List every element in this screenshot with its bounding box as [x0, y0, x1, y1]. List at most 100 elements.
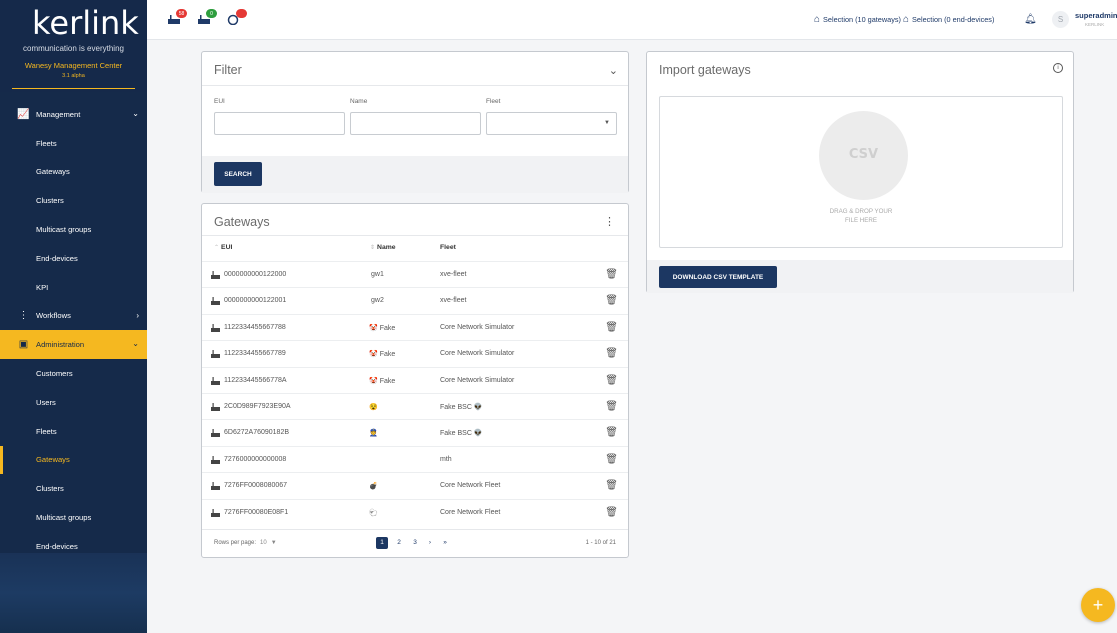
- chevron-down-icon[interactable]: ⌄: [609, 64, 618, 77]
- sidebar-item-admin-gateways[interactable]: Gateways: [0, 445, 147, 475]
- dropzone-line-1: DRAG & DROP YOUR: [829, 208, 893, 215]
- sidebar-item-users[interactable]: Users: [0, 388, 147, 417]
- name-input[interactable]: [350, 112, 481, 135]
- table-row[interactable]: 1122334455667789 🤡 Fake Core Network Simula…: [202, 340, 628, 366]
- sidebar-section-management[interactable]: 📈 Management ⌄: [0, 100, 147, 129]
- rows-per-page-label: Rows per page:: [214, 540, 257, 546]
- cell-eui: 112233445566778A: [224, 376, 287, 384]
- sidebar-item-admin-multicast-groups[interactable]: Multicast groups: [0, 503, 147, 532]
- name-emoji-icon: 🤡: [369, 351, 378, 359]
- cell-fleet: Fake BSC 👽: [440, 403, 483, 411]
- table-row[interactable]: 2C0D989F7923E90A 😵 Fake BSC 👽 🗑︎: [202, 393, 628, 419]
- table-row[interactable]: 112233445566778A 🤡 Fake Core Network Simula…: [202, 366, 628, 393]
- chevron-right-icon: ›: [136, 310, 139, 320]
- table-row[interactable]: 7276000000000008 mth 🗑︎: [202, 445, 628, 472]
- search-button[interactable]: SEARCH: [214, 162, 262, 186]
- cell-fleet-text: Fake BSC: [440, 404, 472, 411]
- chevron-down-icon: ⌄: [132, 109, 139, 118]
- top-bar: 58 0 ⌂ Selection (10 gateways) ⌂ Selecti…: [147, 0, 1117, 40]
- selection-devices-link[interactable]: ⌂ Selection (0 end-devices): [903, 14, 994, 25]
- delete-icon[interactable]: 🗑︎: [605, 480, 618, 491]
- sidebar-item-clusters[interactable]: Clusters: [0, 186, 147, 215]
- avatar[interactable]: S: [1052, 11, 1069, 28]
- table-row[interactable]: 1122334455667788 🤡 Fake Core Network Simula…: [202, 313, 628, 340]
- cell-fleet-text: mth: [440, 455, 452, 463]
- delete-icon[interactable]: 🗑︎: [605, 295, 618, 306]
- brand-block: kerlink communication is everything Wane…: [0, 0, 147, 92]
- sidebar-item-customers[interactable]: Customers: [0, 359, 147, 388]
- cell-name-text: Fake: [379, 351, 396, 359]
- cell-fleet-text: xve-fleet: [440, 271, 467, 278]
- page-1-button[interactable]: 1: [376, 537, 388, 549]
- eui-input[interactable]: [214, 112, 345, 135]
- download-csv-template-button[interactable]: DOWNLOAD CSV TEMPLATE: [659, 266, 777, 288]
- page-2-button[interactable]: 2: [393, 537, 405, 549]
- last-page-icon[interactable]: »: [439, 537, 451, 549]
- rows-per-page[interactable]: Rows per page: 10 ▼: [214, 540, 277, 546]
- column-header-name[interactable]: ⇕ Name: [370, 244, 396, 251]
- delete-icon[interactable]: 🗑︎: [605, 322, 618, 333]
- fleet-select[interactable]: ▼: [486, 112, 617, 135]
- column-header-fleet[interactable]: Fleet: [440, 244, 456, 251]
- delete-icon[interactable]: 🗑︎: [605, 375, 618, 386]
- delete-icon[interactable]: 🗑︎: [605, 348, 618, 359]
- gateway-icon: [211, 403, 220, 411]
- sidebar: kerlink communication is everything Wane…: [0, 0, 147, 633]
- sidebar-item-fleets[interactable]: Fleets: [0, 129, 147, 158]
- table-row[interactable]: 0000000000122001 gw2 xve-fleet 🗑︎: [202, 287, 628, 313]
- dropdown-arrow-icon: ▼: [604, 120, 610, 126]
- cell-fleet: mth: [440, 456, 454, 463]
- selection-gateways-label: Selection (10 gateways): [823, 15, 901, 24]
- sidebar-item-gateways[interactable]: Gateways: [0, 158, 147, 187]
- delete-icon[interactable]: 🗑︎: [605, 454, 618, 465]
- pagination: Rows per page: 10 ▼ 1 2 3 › » 1 - 10 of 21: [202, 529, 628, 557]
- dropzone-line-2: FILE HERE: [845, 217, 877, 224]
- satellite-icon[interactable]: [227, 9, 247, 26]
- more-vert-icon[interactable]: ⋮: [604, 215, 615, 228]
- cell-name-text: gw2: [371, 297, 384, 305]
- cell-eui: 0000000000122000: [224, 271, 287, 278]
- next-page-icon[interactable]: ›: [424, 537, 436, 549]
- gateway-alerts-icon[interactable]: 58: [167, 9, 187, 25]
- delete-icon[interactable]: 🗑︎: [605, 507, 618, 518]
- csv-dropzone[interactable]: CSV DRAG & DROP YOUR FILE HERE: [659, 96, 1063, 248]
- sidebar-item-end-devices[interactable]: End-devices: [0, 244, 147, 273]
- delete-icon[interactable]: 🗑︎: [605, 269, 618, 280]
- csv-file-icon: CSV: [819, 111, 908, 200]
- cell-fleet: Core Network Fleet: [440, 509, 502, 516]
- sidebar-item-admin-clusters[interactable]: Clusters: [0, 474, 147, 503]
- table-row[interactable]: 7276FF0008080067 💣 Core Network Fleet 🗑︎: [202, 472, 628, 498]
- add-fab-button[interactable]: +: [1081, 588, 1115, 622]
- user-name[interactable]: superadmin: [1075, 11, 1117, 20]
- gateway-icon: [211, 455, 220, 464]
- cell-eui: 7276FF0008080067: [224, 482, 288, 490]
- sidebar-section-label: Management: [36, 109, 81, 119]
- cell-name: [369, 456, 371, 463]
- column-header-eui[interactable]: ⌃ EUI: [214, 244, 232, 251]
- delete-icon[interactable]: 🗑︎: [605, 401, 618, 412]
- sidebar-section-workflows[interactable]: ⋮ Workflows ›: [0, 302, 147, 331]
- sidebar-section-label: Administration: [36, 340, 85, 350]
- brand-divider: [12, 88, 135, 89]
- app-name: Wanesy Management Center: [24, 61, 123, 70]
- info-icon[interactable]: i: [1053, 63, 1063, 73]
- basket-icon: ⌂: [814, 14, 821, 25]
- gateway-status-icon[interactable]: 0: [197, 9, 217, 25]
- selection-gateways-link[interactable]: ⌂ Selection (10 gateways): [814, 14, 901, 25]
- sidebar-section-administration[interactable]: ▣ Administration ⌄: [0, 330, 147, 360]
- page-3-button[interactable]: 3: [409, 537, 421, 549]
- workflow-icon: ⋮: [18, 310, 29, 322]
- kerlink-logo[interactable]: kerlink: [32, 4, 139, 42]
- fleet-emoji-icon: 👽: [473, 430, 483, 438]
- sidebar-item-admin-fleets[interactable]: Fleets: [0, 417, 147, 446]
- sidebar-item-multicast-groups[interactable]: Multicast groups: [0, 215, 147, 244]
- table-row[interactable]: 6D6272A76090182B 👮 Fake BSC 👽 🗑︎: [202, 419, 628, 445]
- sidebar-section-label: Workflows: [36, 311, 71, 321]
- table-row[interactable]: 0000000000122000 gw1 xve-fleet 🗑︎: [202, 261, 628, 287]
- sidebar-item-kpi[interactable]: KPI: [0, 273, 147, 302]
- table-row[interactable]: 7276FF00080E08F1 🐑 Core Network Fleet 🗑︎: [202, 498, 628, 525]
- bell-icon[interactable]: 🔔︎: [1024, 14, 1037, 25]
- divider: [202, 235, 628, 236]
- cell-fleet: xve-fleet: [440, 271, 468, 278]
- delete-icon[interactable]: 🗑︎: [605, 427, 618, 438]
